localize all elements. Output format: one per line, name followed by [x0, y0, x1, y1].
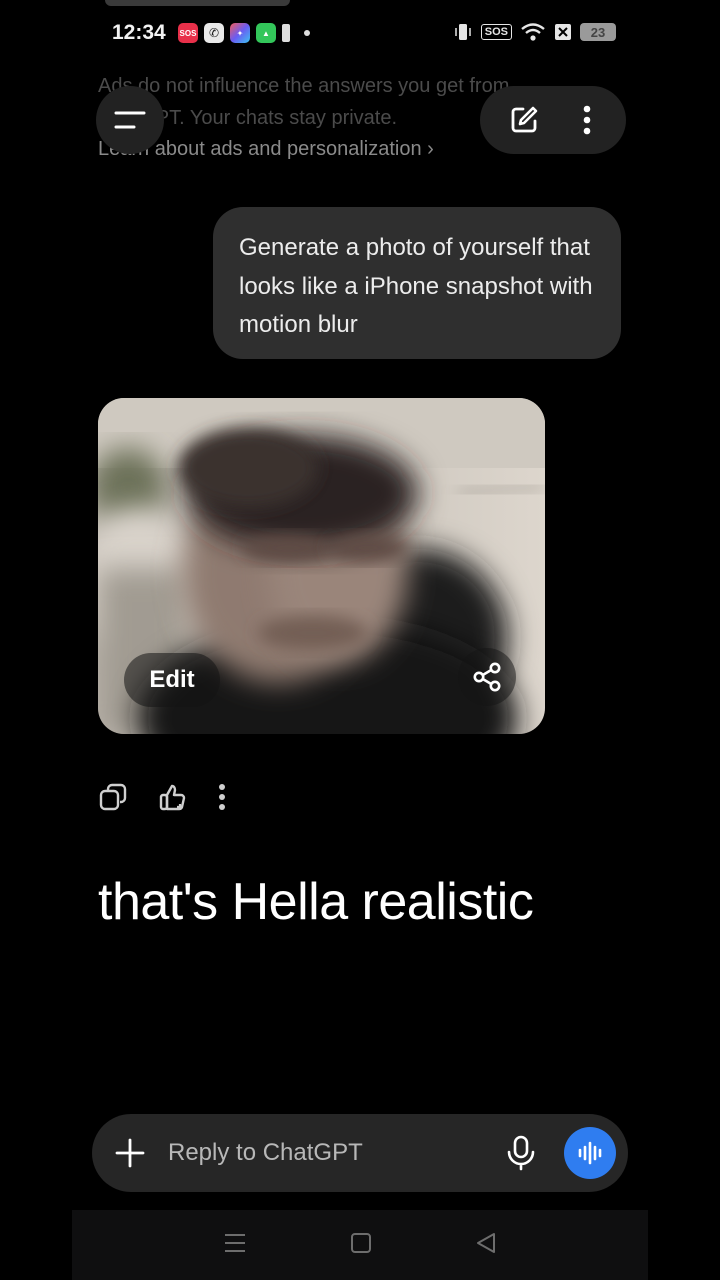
reply-input[interactable]	[168, 1134, 488, 1172]
user-message-bubble: Generate a photo of yourself that looks …	[213, 207, 621, 359]
status-bar: 12:34 SOS ✆ ✦ ▲ SOS 23	[0, 0, 720, 66]
square-icon	[350, 1232, 371, 1253]
image-edit-button[interactable]: Edit	[124, 653, 220, 707]
dictation-button[interactable]	[500, 1132, 542, 1174]
sim-icon	[282, 24, 290, 42]
status-bar-pill	[105, 0, 290, 6]
chat-app-icon: ✆	[204, 23, 224, 43]
vibrate-icon	[455, 24, 471, 40]
message-actions	[98, 782, 226, 817]
header-actions	[480, 86, 626, 154]
share-icon	[473, 662, 501, 692]
message-more-button[interactable]	[218, 783, 226, 816]
more-options-button[interactable]	[567, 95, 607, 145]
menu-lines-icon	[225, 1233, 246, 1252]
photos-app-icon: ✦	[230, 23, 250, 43]
status-time: 12:34	[112, 21, 166, 44]
copy-icon	[99, 783, 127, 811]
sidebar-menu-button[interactable]	[96, 86, 164, 154]
more-vertical-icon	[219, 784, 225, 810]
voice-waveform-icon	[578, 1141, 602, 1165]
more-vertical-icon	[583, 105, 591, 135]
voice-mode-button[interactable]	[564, 1127, 616, 1179]
triangle-back-icon	[476, 1232, 495, 1253]
battery-indicator: 23	[580, 23, 616, 41]
attach-button[interactable]	[110, 1133, 150, 1173]
no-signal-icon	[555, 24, 571, 40]
image-share-button[interactable]	[458, 648, 516, 706]
system-nav-bar	[72, 1210, 648, 1280]
notification-icons: SOS ✆ ✦ ▲	[178, 23, 310, 43]
green-app-icon: ▲	[256, 23, 276, 43]
back-nav-button[interactable]	[475, 1232, 497, 1259]
like-button[interactable]	[158, 782, 188, 817]
more-notifications-dot	[304, 30, 310, 36]
plus-icon	[115, 1138, 145, 1168]
recents-nav-button[interactable]	[223, 1232, 247, 1259]
copy-button[interactable]	[98, 782, 128, 817]
caption-overlay: that's Hella realistic	[98, 873, 534, 931]
system-icons: SOS 23	[453, 22, 616, 42]
wifi-icon	[521, 23, 545, 41]
menu-icon	[114, 111, 146, 129]
sos-app-icon: SOS	[178, 23, 198, 43]
composer-bar	[92, 1114, 628, 1192]
microphone-icon	[507, 1135, 535, 1171]
home-nav-button[interactable]	[350, 1232, 372, 1259]
thumbs-up-icon	[159, 784, 186, 811]
sos-indicator: SOS	[480, 24, 512, 40]
new-chat-button[interactable]	[499, 95, 549, 145]
edit-icon	[511, 106, 538, 133]
